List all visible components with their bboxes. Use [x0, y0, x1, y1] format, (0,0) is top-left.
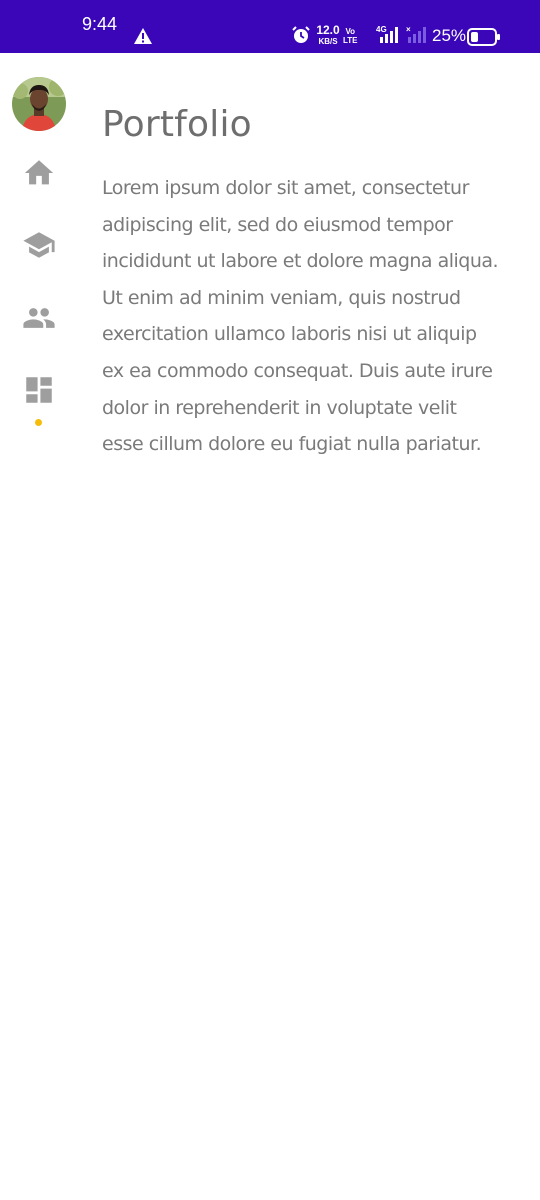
people-icon[interactable] — [22, 301, 56, 335]
battery-percent: 25% — [432, 26, 467, 45]
home-icon[interactable] — [22, 156, 56, 190]
active-nav-indicator — [35, 419, 42, 426]
signal-4g-icon: 4G — [376, 25, 398, 43]
alarm-icon — [292, 26, 310, 43]
warning-icon — [134, 28, 152, 44]
battery-icon — [467, 28, 500, 46]
network-speed-unit: KB/S — [318, 37, 338, 46]
volte-top: Vo — [345, 27, 356, 36]
volte-bottom: LTE — [343, 36, 358, 45]
sidebar — [0, 53, 80, 1200]
school-icon[interactable] — [22, 228, 56, 262]
network-speed: 12.0 KB/S — [315, 23, 341, 47]
svg-text:×: × — [406, 25, 411, 34]
avatar[interactable] — [12, 77, 66, 131]
status-time: 9:44 — [82, 14, 118, 34]
network-type-label: 4G — [376, 25, 387, 34]
status-bar: 9:44 12.0 KB/S Vo LTE 4G × 25% — [0, 0, 540, 53]
dashboard-icon[interactable] — [22, 373, 56, 407]
volte-indicator: Vo LTE — [343, 27, 358, 45]
signal-sim2-icon: × — [406, 25, 426, 43]
network-speed-value: 12.0 — [316, 23, 340, 37]
page-title: Portfolio — [102, 104, 252, 145]
page-body-text: Lorem ipsum dolor sit amet, consectetur … — [102, 177, 499, 456]
avatar-image — [12, 77, 66, 131]
